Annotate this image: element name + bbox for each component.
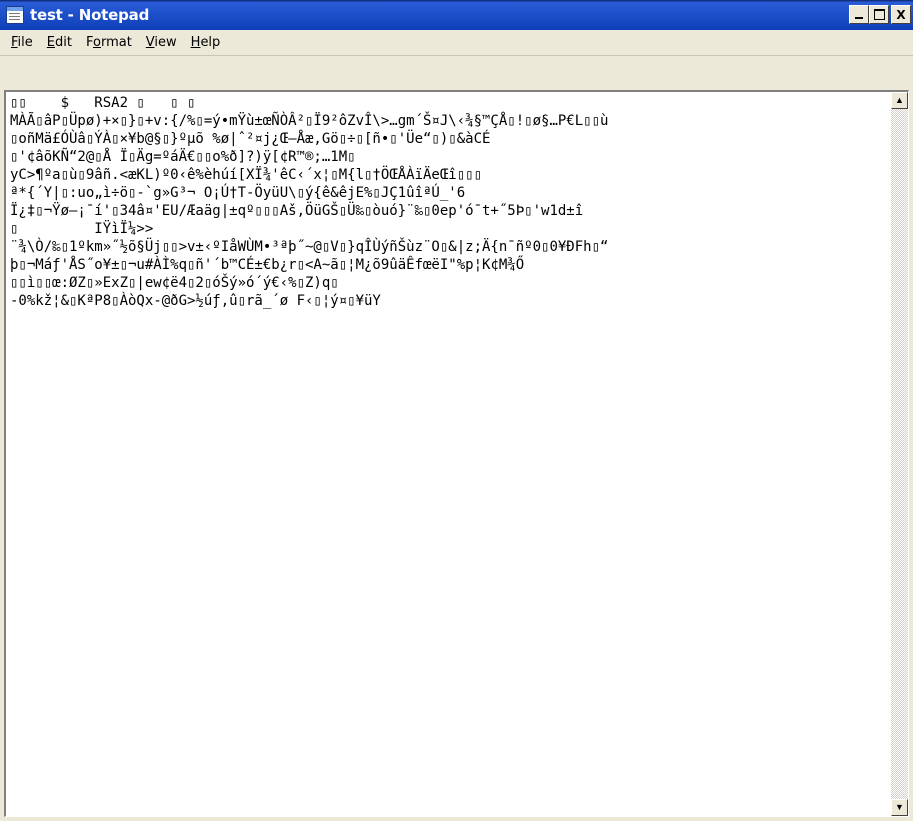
text-line: ª*{´Y|▯:uo„ì÷ö▯-`g»G³¬ O¡Ú†T-ÖyüU\▯ý{ê&ê… xyxy=(10,185,466,201)
menu-accelerator: o xyxy=(92,34,101,50)
text-line: þ▯¬Máƒ'ÅS˝o¥±▯¬u#ÀÌ%q▯ñ'´b™CÉ±€b¿r▯<A~ã▯… xyxy=(10,257,525,273)
text-line: Ï¿‡▯¬Ÿø–¡¯í'▯34â¤'EU/Æaäg|±qº▯▯▯Aš,ÖüGŠ▯… xyxy=(10,203,584,219)
window-controls: X xyxy=(849,5,911,24)
document-text[interactable]: ▯▯ $ RSA2 ▯ ▯ ▯ MÀÃ▯âP▯Üpø)+×▯}▯+v:{/%▯=ý… xyxy=(10,94,890,814)
menu-help[interactable]: Help xyxy=(184,30,228,56)
notepad-icon[interactable] xyxy=(6,6,24,24)
menu-accelerator: E xyxy=(46,34,55,50)
menu-accelerator: V xyxy=(145,34,155,50)
vertical-scrollbar[interactable]: ▲ ▼ xyxy=(891,92,908,816)
menu-format[interactable]: Format xyxy=(79,30,139,56)
text-line: ▯▯ $ RSA2 ▯ ▯ ▯ xyxy=(10,95,196,111)
menu-bar: File Edit Format View Help xyxy=(0,30,913,56)
window-title: test - Notepad xyxy=(30,6,150,24)
minimize-button[interactable] xyxy=(849,5,869,24)
text-line: MÀÃ▯âP▯Üpø)+×▯}▯+v:{/%▯=ý•mŸù±œÑÒÂ²▯Ï9²ô… xyxy=(10,113,609,129)
text-line: ▯ IŸìÏ¼>> xyxy=(10,221,154,237)
menu-view[interactable]: View xyxy=(139,30,184,56)
title-bar[interactable]: test - Notepad X xyxy=(0,0,913,30)
menu-file[interactable]: File xyxy=(4,30,40,56)
maximize-button[interactable] xyxy=(869,5,889,24)
scroll-up-button[interactable]: ▲ xyxy=(891,92,908,109)
scroll-down-button[interactable]: ▼ xyxy=(891,799,908,816)
text-line: -0%kž¦&▯KªP8▯ÀòQx-@ðG>½úƒ,û▯rã_´ø F‹▯¦ý¤… xyxy=(10,293,381,309)
text-editor[interactable]: ▯▯ $ RSA2 ▯ ▯ ▯ MÀÃ▯âP▯Üpø)+×▯}▯+v:{/%▯=ý… xyxy=(4,90,909,817)
menu-accelerator: H xyxy=(190,34,201,50)
text-line: ▯'¢âõKÑ“2@▯Å Ï▯Äg=ºáÄ€▯▯o%ð]?)ÿ[¢R™®;…1M… xyxy=(10,149,356,165)
text-line: ▯▯ì▯▯œ:ØZ▯»ExZ▯|ew¢ë4▯2▯óŠý»ó´ý€‹%▯Z)q▯ xyxy=(10,275,339,291)
text-line: ▯oñMä£ÓÙâ▯ÝÀ▯×¥b@§▯}ºµõ %ø|ˆ²¤j¿Œ–Åæ,Gö▯… xyxy=(10,131,491,147)
menu-accelerator: F xyxy=(11,34,18,50)
menu-edit[interactable]: Edit xyxy=(40,30,79,56)
text-line: yC>¶ºa▯ù▯9âñ.<æKL)º0‹ê%èhúí[XÏ¾'êC‹´x¦▯M… xyxy=(10,167,483,183)
notepad-window: test - Notepad X File Edit Format View H… xyxy=(0,0,913,821)
close-button[interactable]: X xyxy=(891,5,911,24)
text-line: ¨¾\Ò/‰▯1ºkm»˝½õ§Üj▯▯>v±‹ºIåWÙM•³ªþ˝~@▯V▯… xyxy=(10,239,609,255)
